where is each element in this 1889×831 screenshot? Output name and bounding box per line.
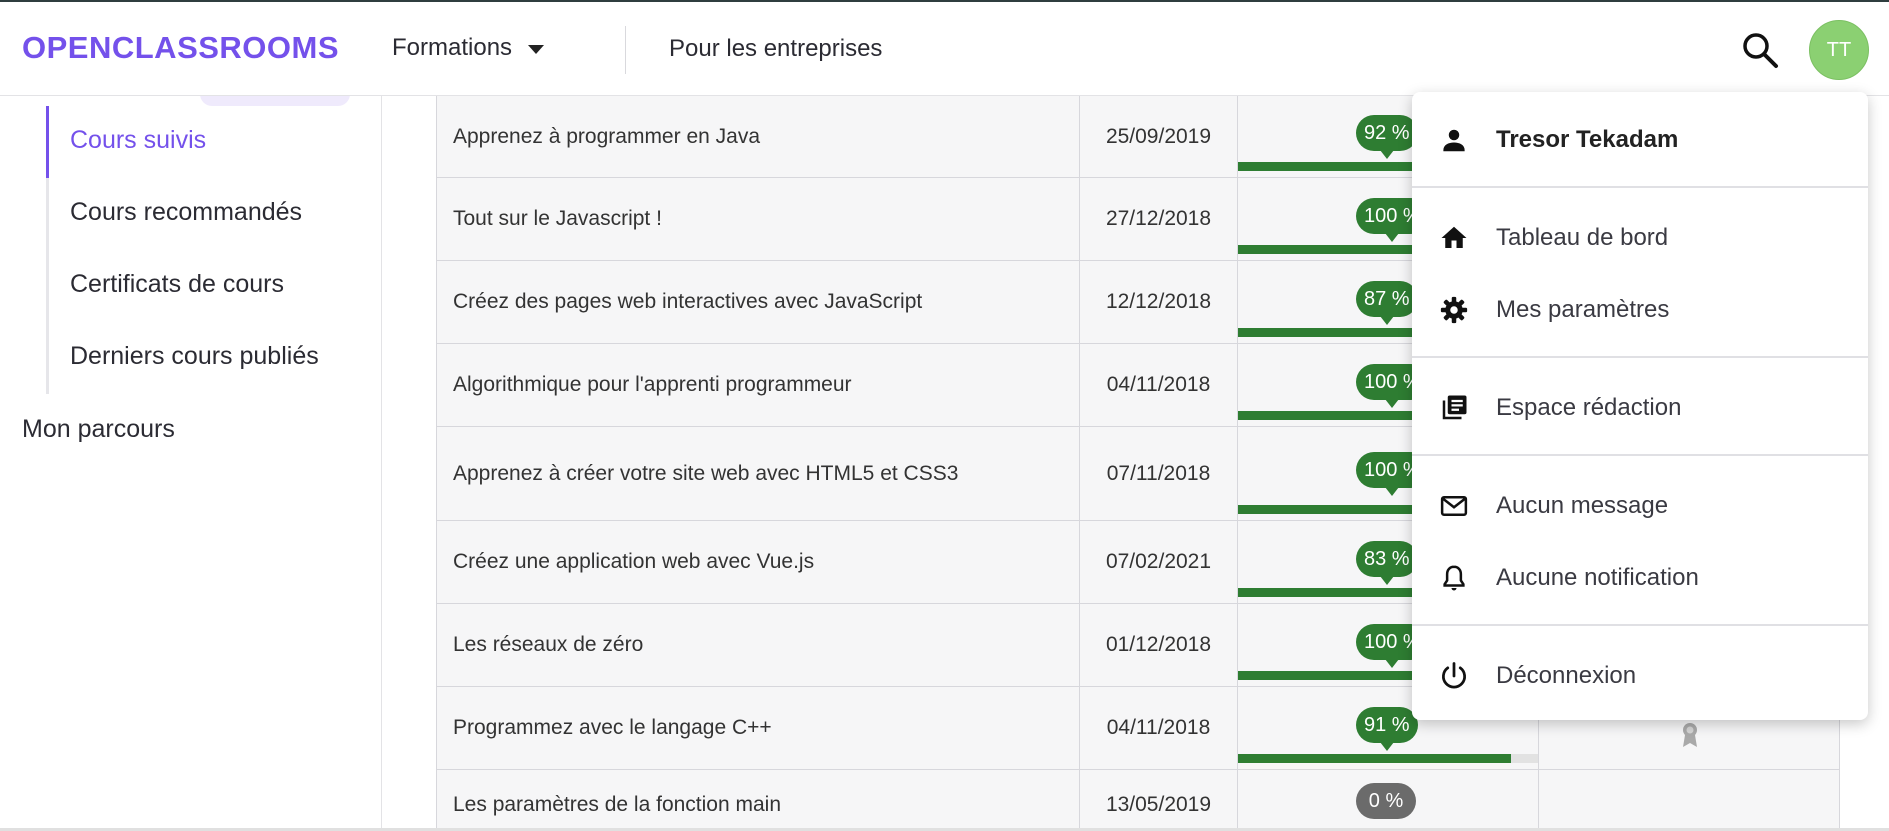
menu-divider	[1412, 356, 1868, 358]
entreprises-link[interactable]: Pour les entreprises	[669, 35, 882, 63]
course-title[interactable]: Créez une application web avec Vue.js	[437, 521, 1080, 603]
menu-divider	[1412, 624, 1868, 626]
progress-badge: 87 %	[1356, 281, 1418, 325]
table-row[interactable]: Les paramètres de la fonction main 13/05/…	[436, 770, 1840, 831]
course-title[interactable]: Programmez avec le langage C++	[437, 687, 1080, 769]
library-books-icon	[1438, 392, 1470, 424]
chevron-down-icon	[528, 45, 545, 54]
course-progress: 0 %	[1238, 770, 1539, 831]
sidebar-active-indicator	[46, 106, 49, 178]
openclassrooms-logo[interactable]: OPENCLASSROOMS	[22, 30, 339, 66]
menu-item-notifications[interactable]: Aucune notification	[1412, 542, 1868, 614]
menu-user-name: Tresor Tekadam	[1496, 126, 1679, 153]
course-date: 07/11/2018	[1080, 427, 1238, 520]
course-title[interactable]: Tout sur le Javascript !	[437, 178, 1080, 260]
user-menu: Tresor Tekadam Tableau de bord Mes param…	[1412, 92, 1868, 720]
course-date: 04/11/2018	[1080, 344, 1238, 426]
sidebar-item-certificats[interactable]: Certificats de cours	[70, 270, 284, 299]
menu-notifications-label: Aucune notification	[1496, 564, 1699, 591]
progress-badge: 0 %	[1356, 783, 1416, 819]
gear-icon	[1438, 294, 1470, 326]
nav-divider	[625, 26, 626, 74]
menu-writing-space-label: Espace rédaction	[1496, 394, 1682, 421]
mail-icon	[1438, 490, 1470, 522]
menu-user-profile[interactable]: Tresor Tekadam	[1412, 104, 1868, 176]
course-date: 27/12/2018	[1080, 178, 1238, 260]
progress-bar	[1238, 754, 1538, 763]
course-title[interactable]: Apprenez à programmer en Java	[437, 96, 1080, 177]
course-title[interactable]: Les réseaux de zéro	[437, 604, 1080, 686]
course-title[interactable]: Les paramètres de la fonction main	[437, 770, 1080, 831]
menu-dashboard-label: Tableau de bord	[1496, 224, 1669, 251]
course-date: 12/12/2018	[1080, 261, 1238, 343]
menu-settings-label: Mes paramètres	[1496, 296, 1670, 323]
top-header: OPENCLASSROOMS Formations Pour les entre…	[0, 0, 1889, 96]
course-title[interactable]: Algorithmique pour l'apprenti programmeu…	[437, 344, 1080, 426]
formations-menu[interactable]: Formations	[392, 34, 545, 62]
menu-item-writing-space[interactable]: Espace rédaction	[1412, 372, 1868, 444]
menu-divider	[1412, 454, 1868, 456]
course-date: 07/02/2021	[1080, 521, 1238, 603]
menu-item-logout[interactable]: Déconnexion	[1412, 640, 1868, 712]
menu-messages-label: Aucun message	[1496, 492, 1669, 519]
formations-label: Formations	[392, 34, 513, 61]
menu-item-messages[interactable]: Aucun message	[1412, 470, 1868, 542]
course-title[interactable]: Apprenez à créer votre site web avec HTM…	[437, 427, 1080, 520]
progress-badge: 83 %	[1356, 541, 1418, 585]
sidebar-item-cours-suivis[interactable]: Cours suivis	[70, 126, 206, 155]
menu-item-dashboard[interactable]: Tableau de bord	[1412, 202, 1868, 274]
progress-badge: 92 %	[1356, 115, 1418, 159]
person-icon	[1438, 124, 1470, 156]
search-icon[interactable]	[1740, 30, 1780, 70]
menu-divider	[1412, 186, 1868, 188]
course-certificate	[1539, 770, 1839, 831]
sidebar: Cours suivis Cours recommandés Certifica…	[0, 94, 382, 831]
certificate-medal-icon[interactable]	[1681, 721, 1699, 749]
bell-icon	[1438, 562, 1470, 594]
course-title[interactable]: Créez des pages web interactives avec Ja…	[437, 261, 1080, 343]
sidebar-item-cours-recommandes[interactable]: Cours recommandés	[70, 198, 302, 227]
home-icon	[1438, 222, 1470, 254]
course-date: 04/11/2018	[1080, 687, 1238, 769]
avatar[interactable]: TT	[1809, 20, 1869, 80]
course-date: 25/09/2019	[1080, 96, 1238, 177]
course-date: 13/05/2019	[1080, 770, 1238, 831]
sidebar-item-mon-parcours[interactable]: Mon parcours	[22, 415, 175, 444]
menu-item-settings[interactable]: Mes paramètres	[1412, 274, 1868, 346]
course-date: 01/12/2018	[1080, 604, 1238, 686]
power-icon	[1438, 660, 1470, 692]
menu-logout-label: Déconnexion	[1496, 662, 1637, 689]
progress-bar-fill	[1238, 754, 1511, 763]
sidebar-item-derniers-cours[interactable]: Derniers cours publiés	[70, 342, 319, 371]
progress-badge: 91 %	[1356, 707, 1418, 751]
